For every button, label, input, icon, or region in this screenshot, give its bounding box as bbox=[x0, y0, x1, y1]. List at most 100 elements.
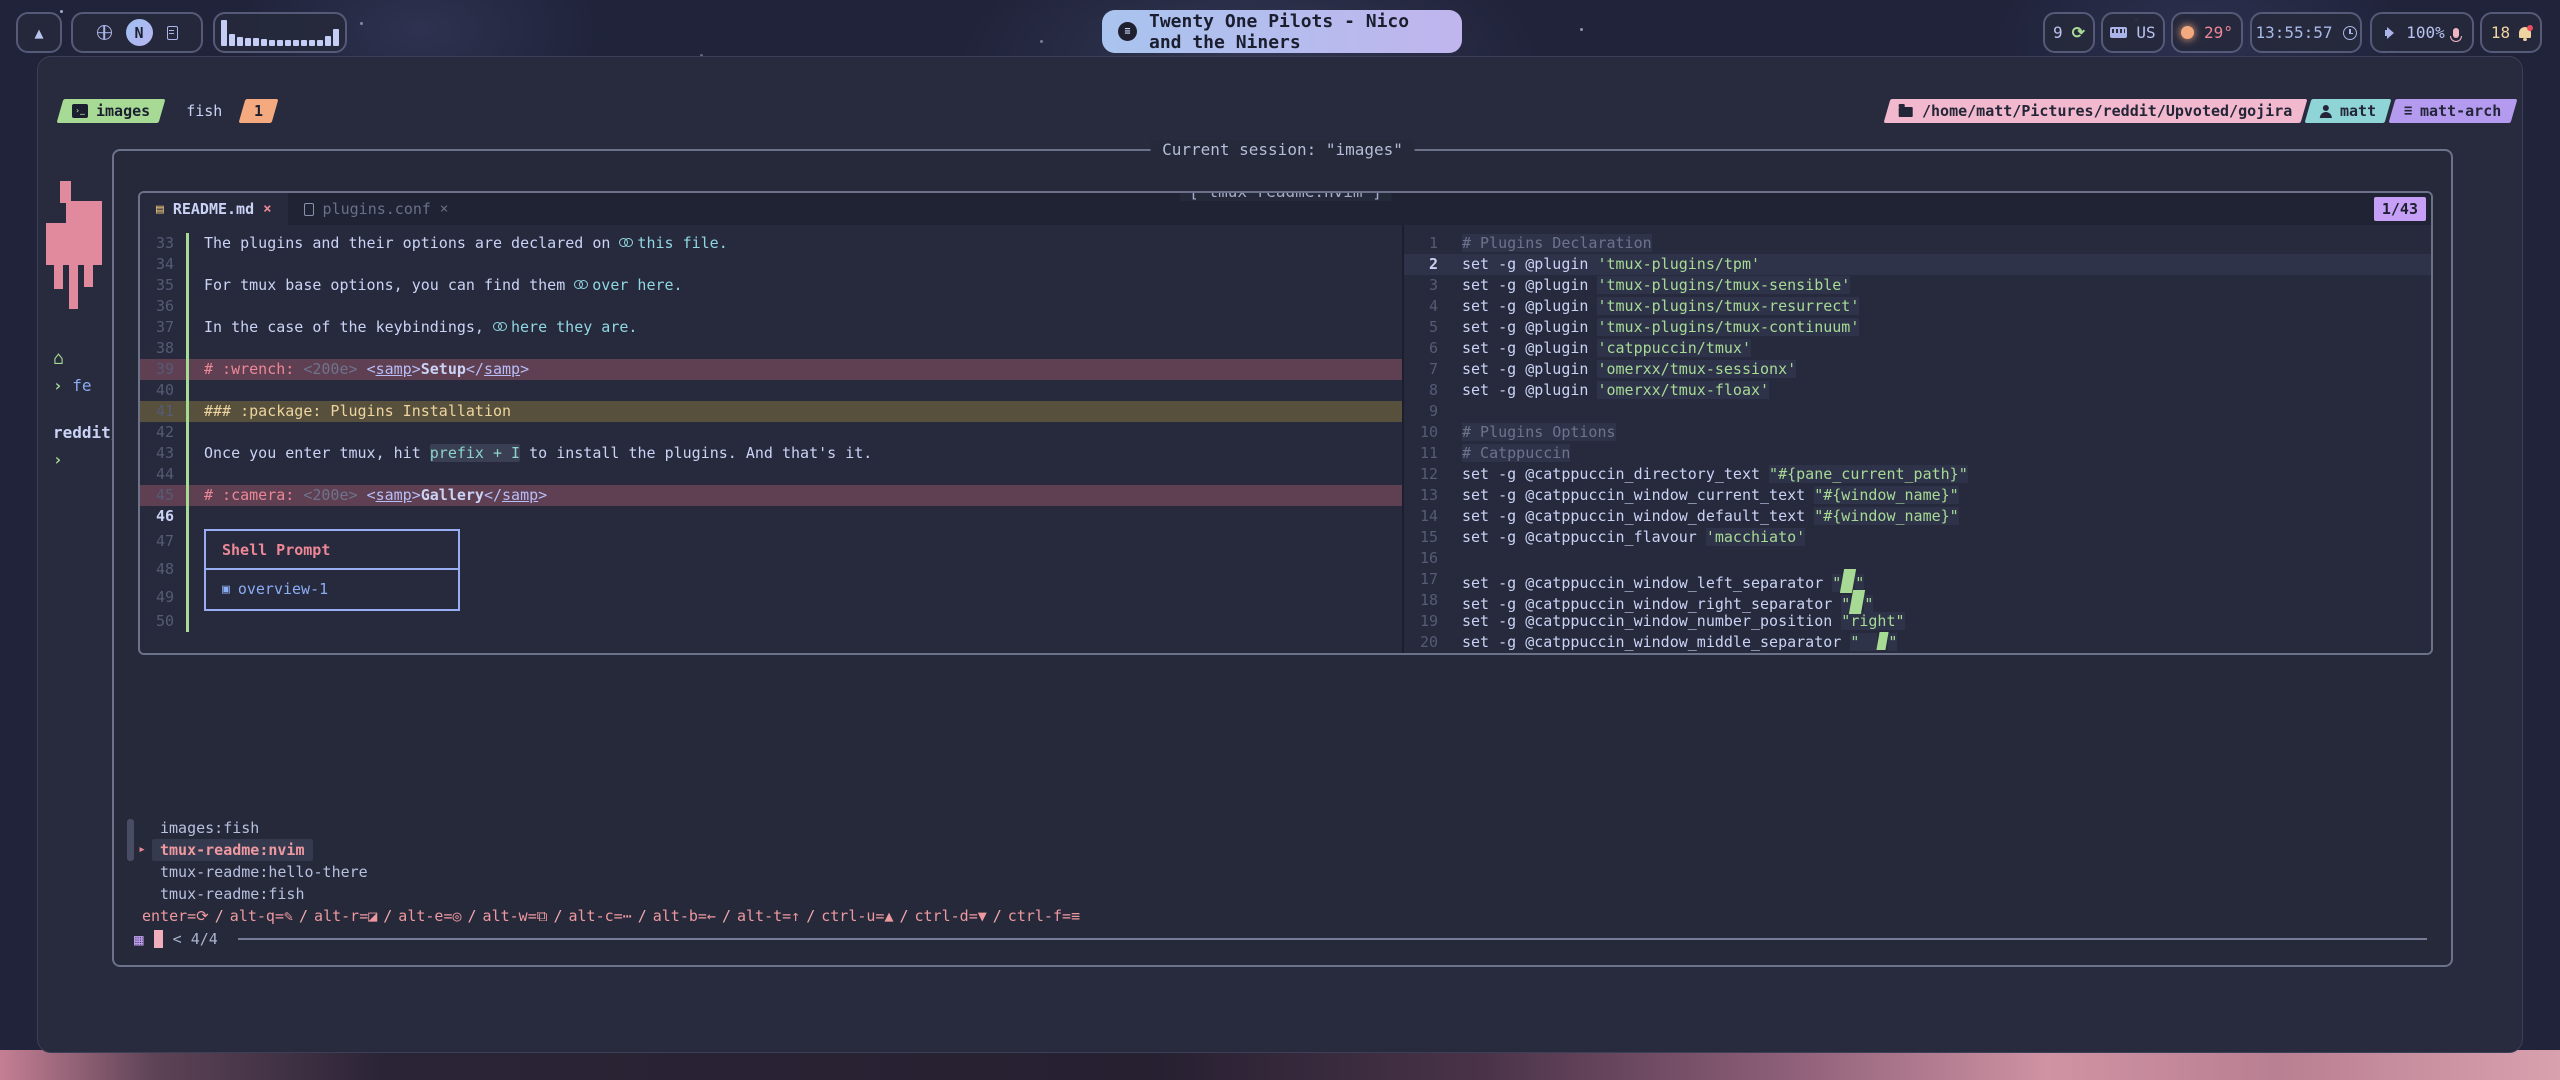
audio-widget[interactable]: 100% bbox=[2370, 12, 2474, 53]
notes-icon[interactable] bbox=[167, 26, 178, 40]
keybind-hint: alt-b=← bbox=[653, 907, 716, 925]
volume-label: 100% bbox=[2406, 23, 2445, 42]
prompt-rule bbox=[238, 938, 2427, 940]
clock-widget[interactable]: 13:55:57 bbox=[2250, 12, 2362, 53]
code-line: 46 bbox=[140, 506, 1402, 527]
spark-bar bbox=[261, 39, 267, 46]
spark-bar bbox=[309, 40, 315, 46]
tmux-window-images[interactable]: ›_ images bbox=[57, 99, 166, 123]
session-preview-pane: [ tmux-readme:nvim ] ▤ README.md × plugi… bbox=[138, 191, 2433, 655]
spark-bar bbox=[325, 36, 331, 46]
spark-bar bbox=[293, 40, 299, 46]
host-icon: ≡ bbox=[2404, 103, 2412, 119]
sparkline-widget[interactable] bbox=[213, 12, 347, 53]
typed-command: fe bbox=[72, 376, 91, 395]
bell-icon bbox=[2519, 27, 2531, 38]
code-line: 12set -g @catppuccin_directory_text "#{p… bbox=[1404, 464, 2431, 485]
code-line: 44 bbox=[140, 464, 1402, 485]
code-line: 17set -g @catppuccin_window_left_separat… bbox=[1404, 569, 2431, 590]
image-icon: ▣ bbox=[222, 570, 230, 609]
speaker-icon bbox=[2385, 27, 2398, 39]
keybind-hint: alt-w=⧉ bbox=[483, 907, 548, 925]
session-label: tmux-readme:nvim bbox=[152, 839, 313, 861]
link-icon bbox=[619, 237, 633, 248]
now-playing-widget[interactable]: ≡ Twenty One Pilots - Nico and the Niner… bbox=[1102, 10, 1462, 53]
neovim-icon[interactable]: N bbox=[126, 19, 153, 46]
prompt-chevron-icon: › bbox=[53, 450, 63, 469]
spotify-icon: ≡ bbox=[1118, 22, 1137, 41]
top-bar: ▲ N ≡ Twenty One Pilots - Nico and the N… bbox=[0, 0, 2560, 56]
match-counter: < 4/4 bbox=[173, 930, 218, 948]
grid-icon: ▦ bbox=[134, 930, 144, 949]
spark-bar bbox=[221, 20, 227, 46]
clock-icon bbox=[2343, 26, 2357, 40]
tmux-window-fish[interactable]: fish bbox=[172, 102, 236, 120]
session-item[interactable]: images:fish bbox=[132, 817, 2427, 839]
session-label: images:fish bbox=[152, 817, 267, 839]
session-item[interactable]: tmux-readme:fish bbox=[132, 883, 2427, 905]
browser-icon[interactable] bbox=[97, 25, 112, 40]
tab-readme[interactable]: ▤ README.md × bbox=[140, 193, 288, 225]
keybind-hint: alt-t=↑ bbox=[737, 907, 800, 925]
picker-prompt[interactable]: ▦ < 4/4 bbox=[132, 927, 2427, 951]
sessionx-popup: Current session: "images" [ tmux-readme:… bbox=[112, 149, 2453, 967]
keybind-hint: alt-q=✎ bbox=[230, 907, 293, 925]
picker-scrollbar[interactable] bbox=[127, 819, 134, 861]
code-line: 50 bbox=[140, 611, 1402, 632]
tmux-status-bar: ›_ images fish 1 /home/matt/Pictures/red… bbox=[38, 97, 2522, 125]
keybind-hint: alt-e=◎ bbox=[398, 907, 461, 925]
code-line: 16 bbox=[1404, 548, 2431, 569]
popup-title: Current session: "images" bbox=[1150, 140, 1415, 159]
code-line: 20set -g @catppuccin_window_middle_separ… bbox=[1404, 632, 2431, 653]
time-label: 13:55:57 bbox=[2255, 23, 2332, 42]
session-item[interactable]: tmux-readme:hello-there bbox=[132, 861, 2427, 883]
close-tab-icon[interactable]: × bbox=[440, 201, 448, 217]
spark-bar bbox=[229, 34, 235, 46]
code-line: 34 bbox=[140, 254, 1402, 275]
close-tab-icon[interactable]: × bbox=[263, 201, 271, 217]
code-line: 13set -g @catppuccin_window_current_text… bbox=[1404, 485, 2431, 506]
keybind-hint: ctrl-u=▲ bbox=[821, 907, 893, 925]
terminal-window: ⌂ › fe reddit/U › ›_ images fish 1 /home… bbox=[37, 56, 2523, 1053]
code-line: 38 bbox=[140, 338, 1402, 359]
session-item[interactable]: ▸tmux-readme:nvim bbox=[132, 839, 2427, 861]
code-line: 5set -g @plugin 'tmux-plugins/tmux-conti… bbox=[1404, 317, 2431, 338]
weather-widget[interactable]: 29° bbox=[2171, 12, 2243, 53]
notifications-widget[interactable]: 18 bbox=[2480, 12, 2542, 53]
markdown-table-block: 474849Shell Prompt▣overview-1 bbox=[140, 527, 1402, 611]
tab-plugins-conf[interactable]: plugins.conf × bbox=[288, 193, 465, 225]
taskbar-apps: N bbox=[71, 12, 203, 53]
code-line: 18set -g @catppuccin_window_right_separa… bbox=[1404, 590, 2431, 611]
tmux-window-1[interactable]: 1 bbox=[239, 99, 279, 123]
spark-bar bbox=[237, 37, 243, 46]
code-line: 14set -g @catppuccin_window_default_text… bbox=[1404, 506, 2431, 527]
link-icon bbox=[493, 321, 507, 332]
microphone-icon bbox=[2453, 28, 2459, 38]
code-line: 19set -g @catppuccin_window_number_posit… bbox=[1404, 611, 2431, 632]
code-line: 33The plugins and their options are decl… bbox=[140, 233, 1402, 254]
markdown-file-icon: ▤ bbox=[156, 202, 164, 217]
layout-label: US bbox=[2136, 23, 2155, 42]
code-line: 39# :wrench: <200e> <samp>Setup</samp> bbox=[140, 359, 1402, 380]
code-line: 45# :camera: <200e> <samp>Gallery</samp> bbox=[140, 485, 1402, 506]
sparkline-chart bbox=[221, 19, 339, 46]
spark-bar bbox=[317, 40, 323, 46]
temperature-label: 29° bbox=[2204, 23, 2233, 42]
refresh-icon: ⟳ bbox=[2072, 23, 2085, 42]
folder-icon bbox=[1899, 107, 1913, 117]
nvim-pane-readme[interactable]: 33The plugins and their options are decl… bbox=[140, 225, 1402, 653]
keybind-hint: alt-r=◪ bbox=[314, 907, 377, 925]
code-line: 37In the case of the keybindings, here t… bbox=[140, 317, 1402, 338]
code-line: 41### :package: Plugins Installation bbox=[140, 401, 1402, 422]
keybind-hint: ctrl-d=▼ bbox=[915, 907, 987, 925]
launcher-button[interactable]: ▲ bbox=[16, 12, 62, 53]
keyboard-layout-widget[interactable]: US bbox=[2101, 12, 2165, 53]
session-label: tmux-readme:hello-there bbox=[152, 861, 376, 883]
nvim-pane-plugins[interactable]: 1# Plugins Declaration2set -g @plugin 't… bbox=[1402, 225, 2431, 653]
spark-bar bbox=[253, 38, 259, 46]
preview-title: [ tmux-readme:nvim ] bbox=[1179, 191, 1392, 201]
text-cursor bbox=[154, 930, 163, 948]
table-cell-link[interactable]: ▣overview-1 bbox=[206, 570, 458, 609]
sun-icon bbox=[2181, 26, 2194, 39]
updates-widget[interactable]: 9 ⟳ bbox=[2043, 12, 2095, 53]
